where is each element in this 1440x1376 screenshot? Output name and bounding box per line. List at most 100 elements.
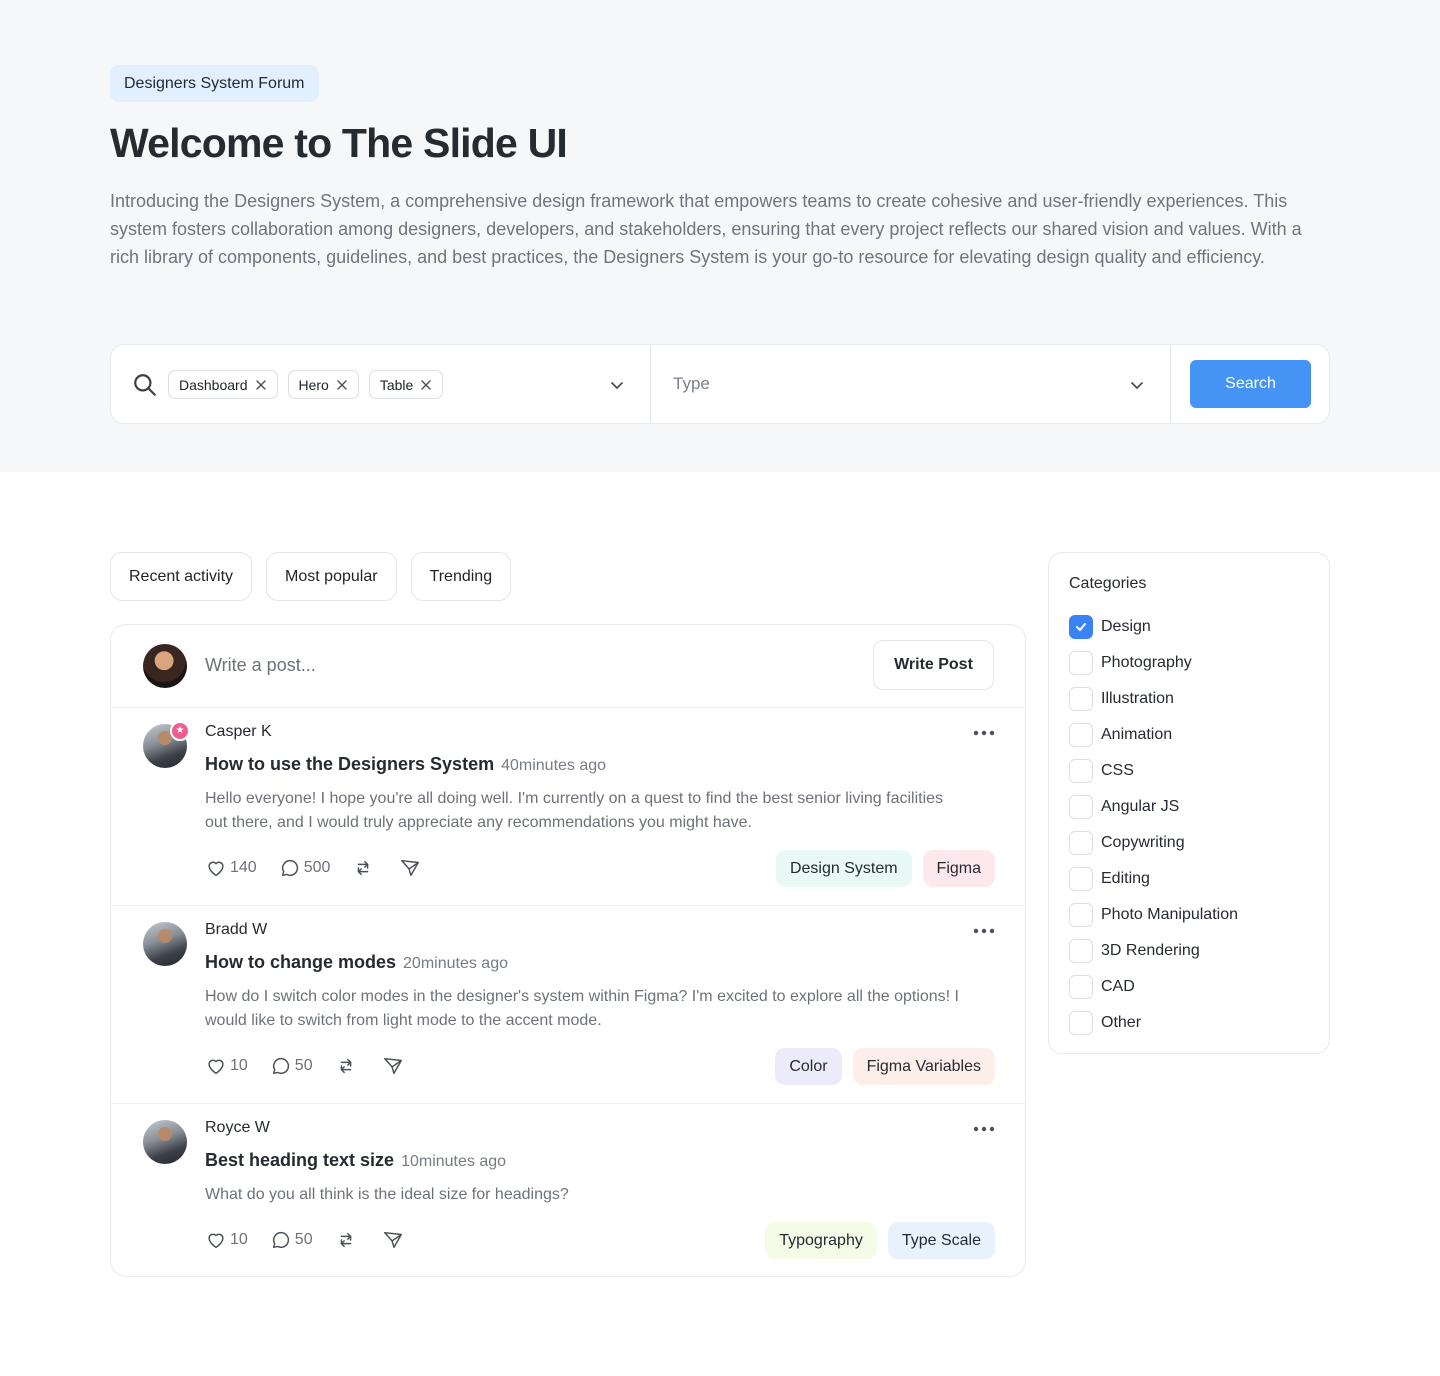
hero-section: Designers System Forum Welcome to The Sl…: [0, 0, 1440, 472]
category-illustration[interactable]: Illustration: [1069, 681, 1238, 717]
remove-icon[interactable]: [255, 379, 267, 391]
tab-trending[interactable]: Trending: [410, 552, 512, 601]
chevron-down-icon[interactable]: [1128, 376, 1146, 394]
post-title-row: How to use the Designers System 40minute…: [205, 754, 606, 775]
post-card: Bradd W How to change modes 20minutes ag…: [111, 905, 1025, 1103]
category-label: Design: [1101, 618, 1151, 635]
post-title[interactable]: Best heading text size: [205, 1150, 394, 1171]
tag-figma[interactable]: Figma: [922, 850, 995, 887]
divider: [650, 345, 651, 423]
tag-chip-table: Table: [368, 370, 444, 399]
post-card: Royce W Best heading text size 10minutes…: [111, 1103, 1025, 1276]
send-icon: [401, 859, 420, 877]
checkbox[interactable]: [1069, 795, 1093, 819]
checkbox-checked[interactable]: [1069, 615, 1093, 639]
category-label: Illustration: [1101, 690, 1174, 707]
chip-label: Hero: [298, 376, 329, 393]
category-editing[interactable]: Editing: [1069, 861, 1238, 897]
post-feed: Write a post... Write Post ★ Casper K Ho…: [110, 624, 1026, 1277]
type-select[interactable]: Type: [673, 374, 710, 394]
more-options-icon[interactable]: [973, 730, 995, 736]
checkbox[interactable]: [1069, 759, 1093, 783]
post-tags: Color Figma Variables: [775, 1048, 995, 1085]
category-label: Photo Manipulation: [1101, 906, 1238, 923]
post-time: 40minutes ago: [501, 757, 607, 774]
category-other[interactable]: Other: [1069, 1005, 1238, 1041]
more-options-icon[interactable]: [973, 928, 995, 934]
remove-icon[interactable]: [420, 379, 432, 391]
tag-color[interactable]: Color: [775, 1048, 842, 1085]
like-button[interactable]: 10: [205, 1229, 248, 1251]
category-angular-js[interactable]: Angular JS: [1069, 789, 1238, 825]
forum-badge: Designers System Forum: [110, 65, 319, 102]
heart-icon: [208, 861, 224, 877]
category-css[interactable]: CSS: [1069, 753, 1238, 789]
comment-button[interactable]: 50: [270, 1055, 313, 1077]
tag-type-scale[interactable]: Type Scale: [887, 1222, 995, 1259]
remove-icon[interactable]: [336, 379, 348, 391]
checkbox[interactable]: [1069, 867, 1093, 891]
tab-most-popular[interactable]: Most popular: [266, 552, 397, 601]
more-options-icon[interactable]: [973, 1126, 995, 1132]
repost-button[interactable]: [335, 1229, 360, 1251]
checkbox[interactable]: [1069, 939, 1093, 963]
chevron-down-icon[interactable]: [608, 376, 626, 394]
category-design[interactable]: Design: [1069, 609, 1238, 645]
checkbox[interactable]: [1069, 723, 1093, 747]
tag-figma-variables[interactable]: Figma Variables: [852, 1048, 995, 1085]
share-button[interactable]: [399, 857, 424, 879]
like-button[interactable]: 140: [205, 857, 257, 879]
category-label: CSS: [1101, 762, 1134, 779]
repost-icon: [340, 1058, 351, 1074]
heart-icon: [208, 1059, 224, 1075]
comment-icon: [272, 1231, 289, 1249]
tag-chip-hero: Hero: [287, 370, 359, 399]
category-3d-rendering[interactable]: 3D Rendering: [1069, 933, 1238, 969]
category-cad[interactable]: CAD: [1069, 969, 1238, 1005]
like-count: 10: [230, 1231, 248, 1248]
share-button[interactable]: [382, 1055, 407, 1077]
checkbox[interactable]: [1069, 1011, 1093, 1035]
send-icon: [383, 1231, 402, 1249]
repost-button[interactable]: [335, 1055, 360, 1077]
tag-design-system[interactable]: Design System: [775, 850, 912, 887]
comment-button[interactable]: 50: [270, 1229, 313, 1251]
tag-typography[interactable]: Typography: [765, 1222, 877, 1259]
post-card: ★ Casper K How to use the Designers Syst…: [111, 707, 1025, 905]
category-label: Copywriting: [1101, 834, 1185, 851]
tab-recent-activity[interactable]: Recent activity: [110, 552, 253, 601]
category-photo-manipulation[interactable]: Photo Manipulation: [1069, 897, 1238, 933]
post-title[interactable]: How to use the Designers System: [205, 754, 494, 775]
divider: [1170, 345, 1171, 423]
category-photography[interactable]: Photography: [1069, 645, 1238, 681]
post-author[interactable]: Royce W: [205, 1119, 270, 1137]
page-title: Welcome to The Slide UI: [110, 120, 568, 166]
checkbox[interactable]: [1069, 903, 1093, 927]
checkbox[interactable]: [1069, 651, 1093, 675]
post-author[interactable]: Casper K: [205, 723, 272, 741]
post-time: 20minutes ago: [403, 955, 508, 972]
comment-icon: [281, 859, 298, 877]
write-post-button[interactable]: Write Post: [873, 640, 994, 690]
category-label: Angular JS: [1101, 798, 1180, 815]
post-title[interactable]: How to change modes: [205, 952, 396, 973]
repost-button[interactable]: [352, 857, 377, 879]
checkbox[interactable]: [1069, 831, 1093, 855]
chip-label: Dashboard: [179, 376, 248, 393]
search-icon: [134, 374, 156, 396]
star-icon: ★: [170, 721, 190, 741]
avatar: [143, 1120, 187, 1164]
category-copywriting[interactable]: Copywriting: [1069, 825, 1238, 861]
post-body: What do you all think is the ideal size …: [205, 1186, 569, 1203]
comment-button[interactable]: 500: [279, 857, 330, 879]
search-button[interactable]: Search: [1190, 360, 1311, 408]
write-post-input[interactable]: Write a post...: [205, 655, 316, 676]
selected-tags: Dashboard Hero Table: [168, 370, 444, 399]
post-author[interactable]: Bradd W: [205, 921, 267, 939]
checkbox[interactable]: [1069, 687, 1093, 711]
checkbox[interactable]: [1069, 975, 1093, 999]
like-button[interactable]: 10: [205, 1055, 248, 1077]
share-button[interactable]: [382, 1229, 407, 1251]
post-time: 10minutes ago: [401, 1153, 507, 1170]
category-animation[interactable]: Animation: [1069, 717, 1238, 753]
